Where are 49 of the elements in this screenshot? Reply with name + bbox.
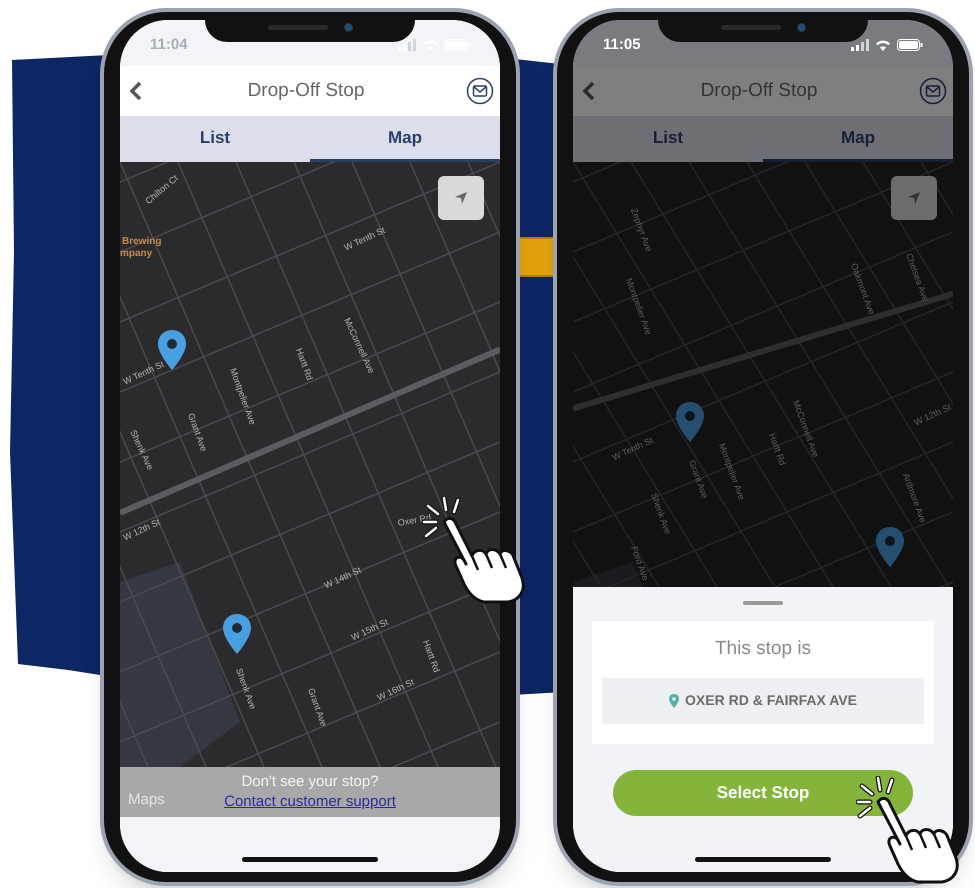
street-label: W Tenth St: [610, 434, 656, 465]
location-arrow-icon: [907, 191, 921, 205]
street-label: W 15th St: [349, 616, 391, 645]
street-label: Brewing: [122, 235, 162, 249]
select-stop-button[interactable]: Select Stop: [613, 770, 913, 816]
pin-icon: [669, 694, 680, 708]
location-arrow-icon: [454, 191, 468, 205]
street-label: Grant Ave: [185, 411, 210, 454]
street-label: W Tenth St: [121, 358, 167, 389]
street-label: Shenk Ave: [648, 491, 674, 536]
maps-attribution: Maps: [128, 790, 165, 810]
screen-title: Drop-Off Stop: [700, 78, 818, 103]
sheet-handle[interactable]: [743, 601, 783, 605]
map-pin-icon[interactable]: [676, 402, 704, 442]
address-text: OXER RD & FAIRFAX AVE: [685, 691, 857, 710]
map-pin-icon[interactable]: [876, 527, 904, 567]
street-label: Chelsea Ave: [903, 251, 932, 304]
street-label: W 12th St: [912, 400, 953, 430]
street-label: Ford Ave: [628, 544, 652, 583]
mail-icon[interactable]: [466, 77, 494, 105]
help-text: Don't see your stop?: [241, 772, 379, 792]
street-label: mpany: [120, 247, 152, 261]
street-label: W 16th St: [375, 676, 417, 705]
street-label: Grant Ave: [686, 458, 711, 501]
mail-icon[interactable]: [919, 77, 947, 105]
location-button[interactable]: [891, 176, 937, 220]
status-time: 11:04: [150, 34, 188, 55]
street-label: Hartt Rd: [420, 638, 443, 675]
screen-title: Drop-Off Stop: [248, 78, 364, 103]
street-label: Shenk Ave: [233, 666, 259, 712]
street-label: Hartt Rd: [766, 431, 789, 468]
street-label: W Tenth St: [342, 224, 388, 255]
street-label: Hartt Rd: [293, 346, 316, 383]
street-label: Grant Ave: [305, 686, 330, 729]
street-label: Shenk Ave: [127, 428, 156, 472]
signal-icon: [851, 39, 869, 51]
street-label: Zephyr Ave: [628, 206, 655, 254]
wifi-icon: [875, 39, 891, 51]
tab[interactable]: List: [573, 116, 763, 162]
location-button[interactable]: [438, 176, 484, 220]
signal-icon: [398, 39, 416, 51]
street-label: W 14th St: [322, 564, 364, 593]
map-pin-icon[interactable]: [223, 614, 251, 654]
battery-icon: [897, 39, 923, 51]
card-heading: This stop is: [714, 637, 812, 661]
street-label: W 12th St: [121, 516, 163, 545]
status-time: 11:05: [603, 34, 641, 55]
tab[interactable]: List: [120, 116, 310, 162]
support-link[interactable]: Contact customer support: [224, 792, 396, 812]
